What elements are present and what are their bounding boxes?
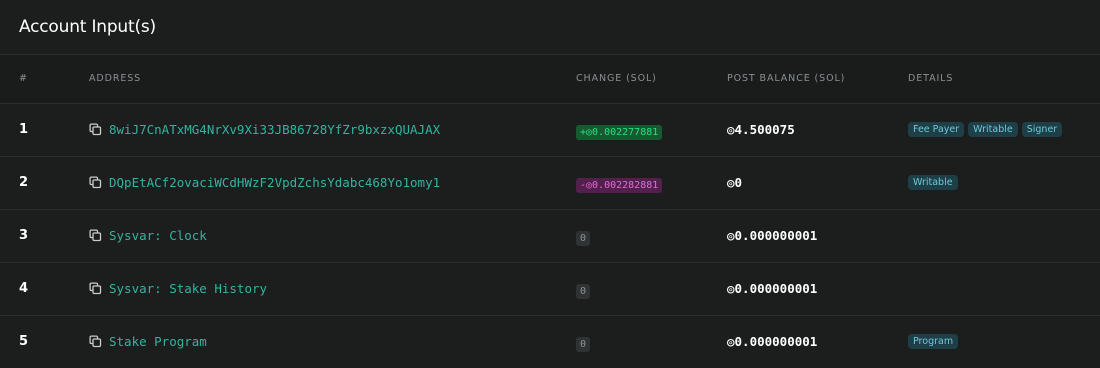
row-index: 3 <box>0 209 89 263</box>
address-cell: 8wiJ7CnATxMG4NrXv9Xi33JB86728YfZr9bxzxQU… <box>89 103 576 157</box>
address-link[interactable]: Sysvar: Clock <box>109 228 207 243</box>
details-cell <box>908 262 1100 316</box>
details-cell: Fee Payer Writable Signer <box>908 103 1100 157</box>
address-link[interactable]: Stake Program <box>109 334 207 349</box>
copy-icon[interactable] <box>89 282 102 295</box>
change-cell: 0 <box>576 262 727 316</box>
detail-tag: Writable <box>968 122 1018 137</box>
column-header-change: CHANGE (SOL) <box>576 55 727 104</box>
address-wrap: Stake Program <box>89 334 576 349</box>
address-cell: Sysvar: Stake History <box>89 262 576 316</box>
post-balance-cell: ◎0.000000001 <box>727 334 818 350</box>
details-cell: Writable <box>908 156 1100 210</box>
address-wrap: Sysvar: Stake History <box>89 281 576 296</box>
column-header-post-balance: POST BALANCE (SOL) <box>727 55 908 104</box>
change-cell: +◎0.002277881 <box>576 103 727 157</box>
post-balance-cell: ◎0 <box>727 156 908 210</box>
address-link[interactable]: Sysvar: Stake History <box>109 281 267 296</box>
copy-icon[interactable] <box>89 176 102 189</box>
change-cell: 0 <box>576 315 727 368</box>
table-row: 2 DQpEtACf2ovaciWCdHWzF2VpdZchsYdabc468Yo… <box>0 156 1100 210</box>
row-index: 5 <box>19 334 29 350</box>
table-row: 1 8wiJ7CnATxMG4NrXv9Xi33JB86728YfZr9bxzxQ… <box>0 103 1100 157</box>
post-balance-cell: ◎4.500075 <box>727 103 908 157</box>
copy-icon[interactable] <box>89 123 102 136</box>
details-tags: Writable <box>908 175 1100 190</box>
detail-tag: Fee Payer <box>908 122 965 137</box>
account-inputs-panel: Account Input(s) # ADDRESS CHANGE (SOL) … <box>0 0 1100 368</box>
address-cell: Sysvar: Clock <box>89 209 576 263</box>
panel-title: Account Input(s) <box>19 17 156 37</box>
address-wrap: 8wiJ7CnATxMG4NrXv9Xi33JB86728YfZr9bxzxQU… <box>89 122 576 137</box>
post-balance-cell: ◎0.000000001 <box>727 262 908 316</box>
table-row: 5 Stake Program 0 ◎0.000000001 Program <box>0 315 1100 368</box>
copy-icon[interactable] <box>89 229 102 242</box>
change-badge: 0 <box>576 230 591 246</box>
change-badge: +◎0.002277881 <box>576 124 663 140</box>
address-link[interactable]: DQpEtACf2ovaciWCdHWzF2VpdZchsYdabc468Yo1… <box>109 175 440 190</box>
details-cell <box>908 209 1100 263</box>
column-header-details: DETAILS <box>908 55 1100 104</box>
address-wrap: DQpEtACf2ovaciWCdHWzF2VpdZchsYdabc468Yo1… <box>89 175 576 190</box>
detail-tag: Writable <box>908 175 958 190</box>
table-header-row: # ADDRESS CHANGE (SOL) POST BALANCE (SOL… <box>0 55 1100 104</box>
copy-icon[interactable] <box>89 335 102 348</box>
table-row: 3 Sysvar: Clock 0 ◎0.000000001 <box>0 209 1100 263</box>
change-cell: 0 <box>576 209 727 263</box>
address-cell: DQpEtACf2ovaciWCdHWzF2VpdZchsYdabc468Yo1… <box>89 156 576 210</box>
address-wrap: Sysvar: Clock <box>89 228 576 243</box>
details-tags: Program <box>908 334 1100 350</box>
change-badge: -◎0.002282881 <box>576 177 663 193</box>
detail-tag: Signer <box>1021 122 1063 137</box>
panel-header: Account Input(s) <box>0 0 1100 55</box>
table-body: 1 8wiJ7CnATxMG4NrXv9Xi33JB86728YfZr9bxzxQ… <box>0 103 1100 368</box>
row-index: 1 <box>0 103 89 157</box>
column-header-index: # <box>0 55 89 104</box>
address-link[interactable]: 8wiJ7CnATxMG4NrXv9Xi33JB86728YfZr9bxzxQU… <box>109 122 440 137</box>
account-inputs-table: # ADDRESS CHANGE (SOL) POST BALANCE (SOL… <box>0 55 1100 368</box>
column-header-address: ADDRESS <box>89 55 576 104</box>
change-badge: 0 <box>576 336 591 352</box>
change-cell: -◎0.002282881 <box>576 156 727 210</box>
details-tags: Fee Payer Writable Signer <box>908 122 1100 137</box>
table-row: 4 Sysvar: Stake History 0 ◎0.000000001 <box>0 262 1100 316</box>
address-cell: Stake Program <box>89 315 576 368</box>
details-cell: Program <box>908 315 1100 368</box>
detail-tag: Program <box>908 334 959 350</box>
table-header: # ADDRESS CHANGE (SOL) POST BALANCE (SOL… <box>0 55 1100 104</box>
row-index: 2 <box>0 156 89 210</box>
post-balance-cell: ◎0.000000001 <box>727 209 908 263</box>
row-index: 4 <box>0 262 89 316</box>
change-badge: 0 <box>576 283 591 299</box>
